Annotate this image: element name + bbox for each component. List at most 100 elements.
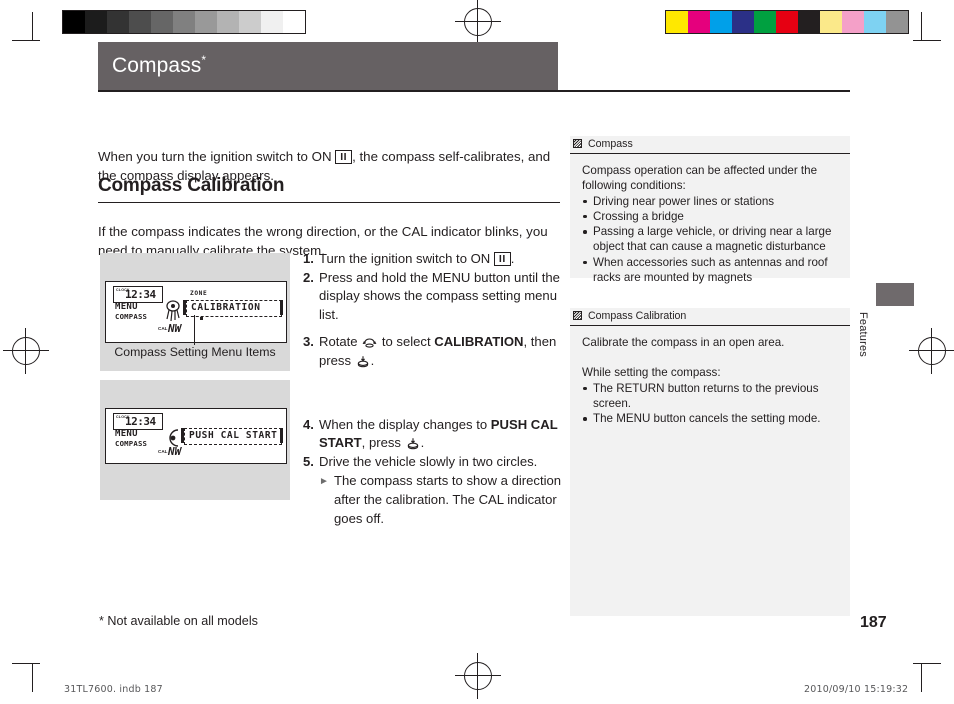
list-item: The RETURN button returns to the previou… (582, 381, 840, 412)
step-3-mid: to select (378, 334, 435, 350)
step-gap (303, 407, 565, 416)
color-patch (732, 11, 754, 33)
step-5-text: Drive the vehicle slowly in two circles. (319, 453, 538, 469)
note-header: Compass Calibration (570, 308, 850, 326)
step-3-end: . (370, 352, 375, 368)
step-1-after: . (510, 251, 515, 266)
color-patch (710, 11, 732, 33)
crop-mark-tr-h (913, 40, 941, 41)
lcd-right-bracket (280, 428, 283, 443)
step-3-bold: CALIBRATION (434, 334, 524, 350)
lcd-time: 12:34 (125, 287, 156, 301)
step-number: 3. (303, 334, 314, 350)
lcd-time: 12:34 (125, 414, 156, 428)
press-knob-icon (407, 438, 418, 450)
note-marker-icon (573, 311, 582, 320)
registration-mark-bottom (455, 653, 501, 699)
note-body: Compass operation can be affected under … (570, 154, 850, 293)
page-number: 187 (860, 614, 887, 631)
step-2: 2. Press and hold the MENU button until … (303, 269, 565, 325)
step-text: When the display changes to PUSH CAL STA… (319, 416, 565, 453)
step-gap (303, 371, 565, 380)
note-header-label: Compass (588, 138, 633, 150)
lcd-message-strip: CALIBRATION (186, 300, 282, 317)
crop-mark-bl-v (32, 664, 33, 692)
list-item: The MENU button cancels the setting mode… (582, 411, 840, 426)
lcd-cal-indicator: CAL (158, 326, 168, 331)
step-5-substep: ► The compass starts to show a direction… (319, 472, 565, 528)
note-marker-icon (573, 139, 582, 148)
grayscale-patch (107, 11, 129, 33)
note-body: Calibrate the compass in an open area. W… (570, 326, 850, 434)
page-title-text: Compass (112, 54, 202, 77)
lcd-menu-label: MENU (115, 429, 138, 439)
list-item: Crossing a bridge (582, 209, 840, 224)
lcd-right-bracket (280, 300, 283, 315)
lcd-zone-label: ZONE (190, 290, 208, 297)
step-number: 2. (303, 269, 314, 285)
ignition-key-position-icon: II (493, 252, 511, 266)
figure-push-cal-start: CLOCK 12:34 MENU COMPASS CAL NW PUSH CAL… (100, 380, 290, 500)
step-5-substep-text: The compass starts to show a direction a… (334, 473, 562, 526)
grayscale-patch (261, 11, 283, 33)
note-intro: Compass operation can be affected under … (582, 164, 818, 193)
print-footer-right: 2010/09/10 15:19:32 (804, 684, 909, 695)
step-3: 3. Rotate to select CALIBRATION, then pr… (303, 333, 565, 370)
lcd-cal-indicator: CAL (158, 449, 168, 454)
step-4: 4. When the display changes to PUSH CAL … (303, 416, 565, 453)
grayscale-patch (195, 11, 217, 33)
lcd-menu-label: MENU (115, 302, 138, 312)
note-spacer (582, 350, 840, 365)
note-intro-2: While setting the compass: (582, 366, 721, 380)
lcd-compass-label: COMPASS (115, 312, 148, 321)
color-patch (864, 11, 886, 33)
step-3-pre: Rotate (319, 334, 362, 350)
title-rule (98, 90, 850, 92)
figure-caption: Compass Setting Menu Items (114, 345, 276, 359)
color-patch (776, 11, 798, 33)
step-gap (303, 324, 565, 333)
figure-compass-setting-menu: CLOCK 12:34 MENU COMPASS CAL NW ZONE CAL… (100, 253, 290, 371)
color-patch (798, 11, 820, 33)
note-header-label: Compass Calibration (588, 310, 687, 322)
step-number: 4. (303, 416, 314, 432)
section-heading: Compass Calibration (98, 175, 285, 196)
grayscale-patch (63, 11, 85, 33)
lcd-message: CALIBRATION (191, 302, 261, 313)
crop-mark-tl-v (32, 12, 33, 40)
grayscale-patch (151, 11, 173, 33)
color-patch (754, 11, 776, 33)
step-number: 5. (303, 453, 314, 469)
list-item: Passing a large vehicle, or driving near… (582, 224, 840, 255)
list-item: Driving near power lines or stations (582, 194, 840, 209)
side-tab-label: Features (857, 312, 869, 358)
grayscale-patch (217, 11, 239, 33)
step-4-end: . (420, 435, 425, 451)
registration-mark-top (455, 0, 501, 45)
step-4-post: , press (361, 435, 405, 451)
color-patch (886, 11, 908, 33)
note-box-compass-calibration: Compass Calibration Calibrate the compas… (570, 308, 850, 616)
grayscale-calibration-bar (62, 10, 306, 34)
step-1-before: Turn the ignition switch to ON (319, 251, 494, 266)
lcd-display-push-cal-start: CLOCK 12:34 MENU COMPASS CAL NW PUSH CAL… (105, 408, 287, 464)
intro-text-before: When you turn the ignition switch to ON (98, 149, 336, 165)
color-patch (842, 11, 864, 33)
lcd-message: PUSH CAL START (189, 430, 278, 441)
note-header: Compass (570, 136, 850, 154)
step-text: Drive the vehicle slowly in two circles.… (319, 453, 565, 528)
registration-mark-right (909, 328, 954, 374)
step-gap (303, 389, 565, 398)
ignition-key-position-icon: II (335, 150, 353, 165)
lcd-clock-box: CLOCK 12:34 (113, 413, 163, 430)
crop-mark-tr-v (921, 12, 922, 40)
footnote: * Not available on all models (99, 614, 258, 628)
step-number: 1. (303, 251, 314, 266)
note-list: The RETURN button returns to the previou… (582, 381, 840, 427)
procedure-steps: 1. Turn the ignition switch to ON II. 2.… (303, 250, 565, 528)
step-text: Turn the ignition switch to ON II. (319, 250, 565, 269)
step-4-pre: When the display changes to (319, 416, 491, 432)
side-tab-block (876, 283, 914, 306)
step-5: 5. Drive the vehicle slowly in two circl… (303, 453, 565, 528)
lcd-compass-label: COMPASS (115, 439, 148, 448)
